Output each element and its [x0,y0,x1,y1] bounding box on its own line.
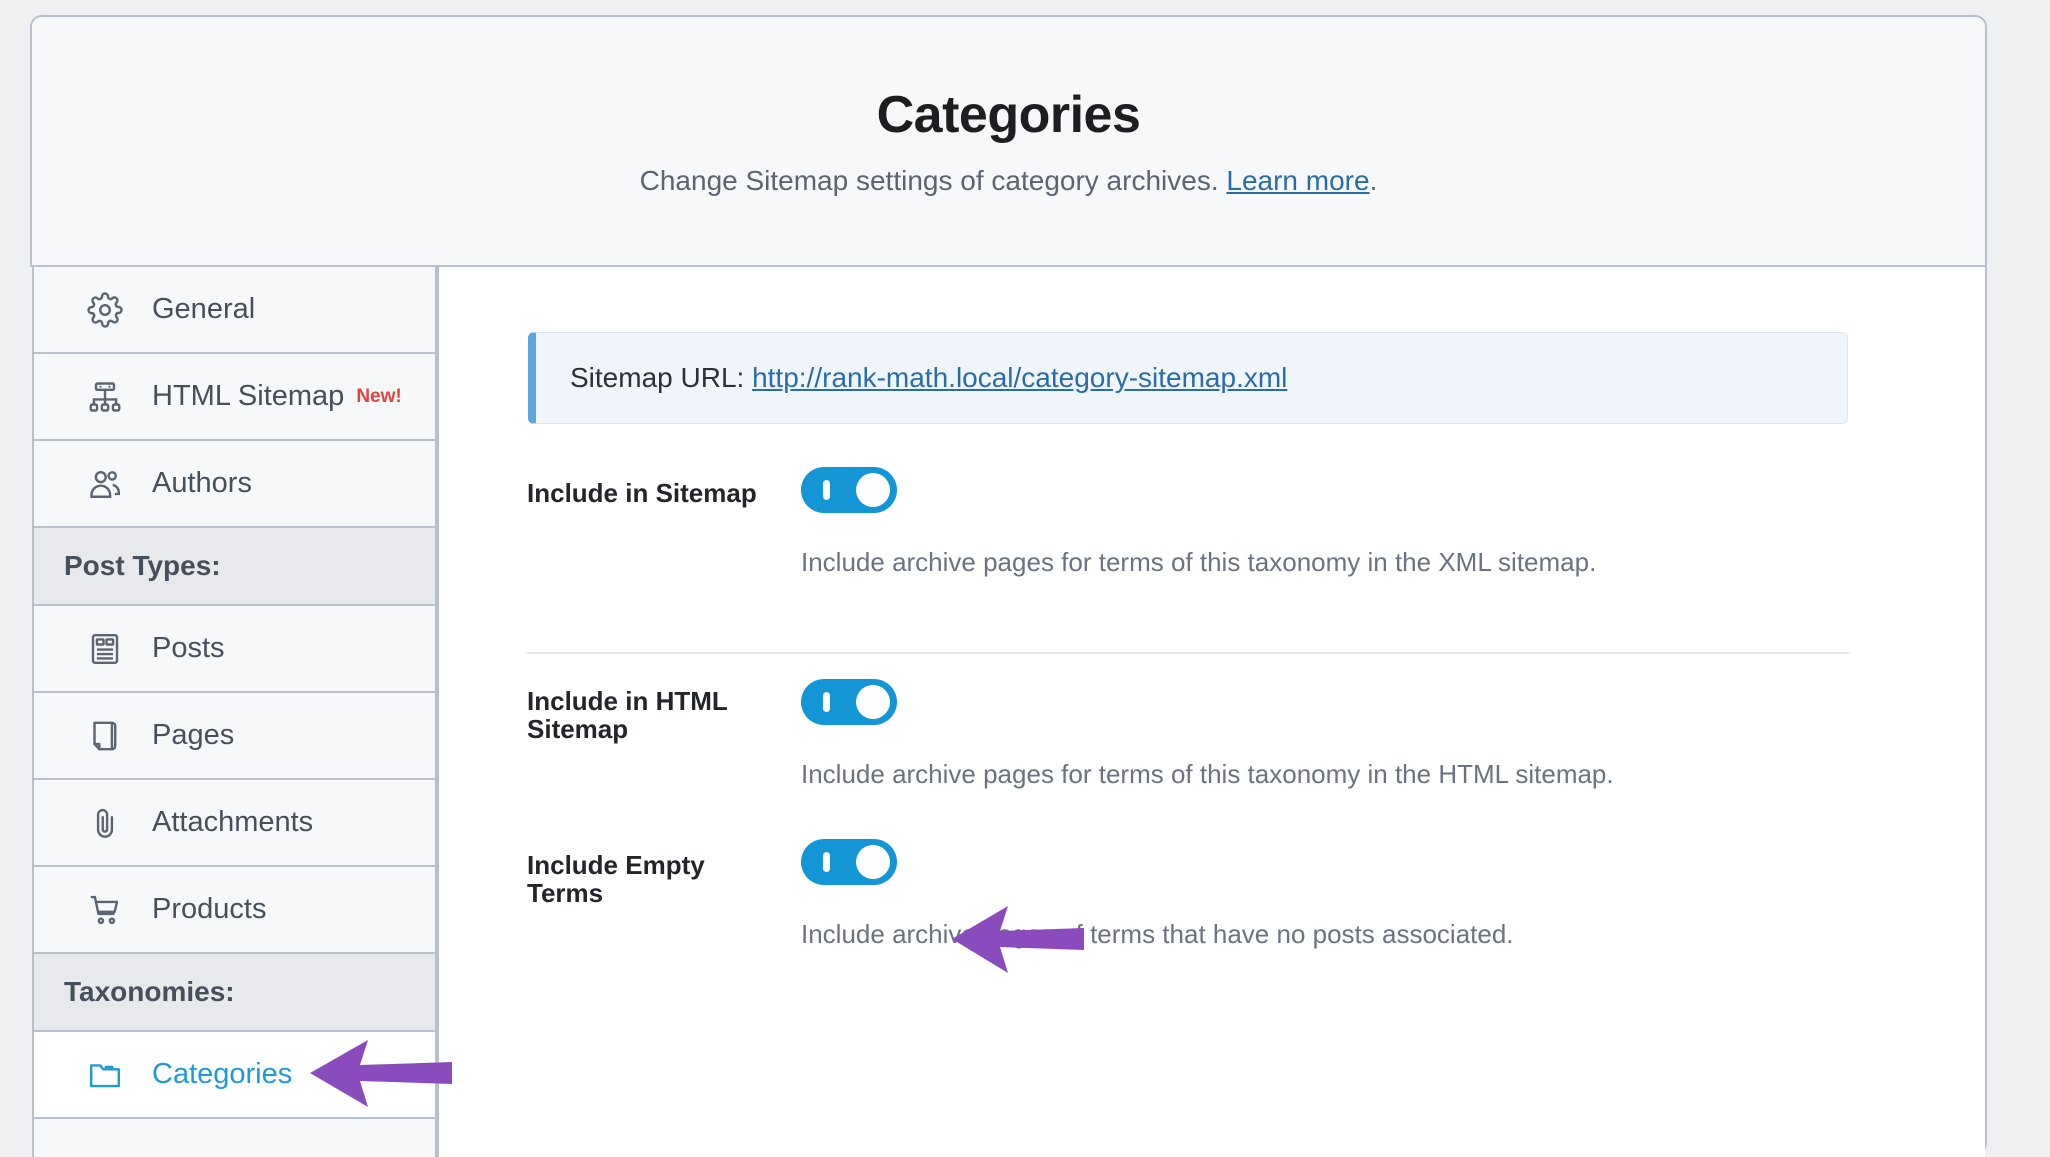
gear-icon [86,291,124,329]
sidebar-item-html-sitemap[interactable]: HTML Sitemap New! [32,354,437,441]
include-in-sitemap-toggle[interactable] [801,467,897,513]
folder-icon [86,1056,124,1094]
field-description: Include archive pages of terms that have… [801,919,1514,949]
sidebar-item-label: Posts [152,632,225,664]
sidebar-item-next-partial[interactable] [32,1119,437,1157]
sidebar-item-label: General [152,293,256,325]
new-badge: New! [356,385,402,407]
page-subtitle-period: . [1369,165,1378,196]
settings-content: Sitemap URL: http://rank-math.local/cate… [437,267,1985,1157]
sidebar-item-label: HTML Sitemap [152,380,345,412]
include-empty-terms-toggle[interactable] [801,839,897,885]
sidebar-group-post-types: Post Types: [32,528,437,606]
sitemap-url-link[interactable]: http://rank-math.local/category-sitemap.… [752,362,1287,393]
toggle-bar [823,692,830,712]
settings-body: General HTML Sitemap New! Authors Post T… [0,267,1985,1157]
users-icon [86,465,124,503]
settings-panel: Categories Change Sitemap settings of ca… [0,15,1987,1157]
field-label: Include in Sitemap [527,478,757,508]
sitemap-url-notice: Sitemap URL: http://rank-math.local/cate… [528,332,1848,424]
sidebar-item-categories[interactable]: Categories [32,1032,437,1119]
sidebar-group-label: Post Types: [64,550,221,581]
sidebar-item-general[interactable]: General [32,267,437,354]
toggle-knob [856,845,890,879]
page-icon [86,717,124,755]
page-subtitle: Change Sitemap settings of category arch… [640,165,1378,197]
sidebar-item-label: Authors [152,467,252,499]
sidebar-item-posts[interactable]: Posts [32,606,437,693]
field-description: Include archive pages for terms of this … [801,547,1597,577]
learn-more-link[interactable]: Learn more [1226,165,1369,196]
sidebar-item-label: Products [152,893,267,925]
sidebar-item-products[interactable]: Products [32,867,437,954]
sidebar-item-pages[interactable]: Pages [32,693,437,780]
field-label: Include Empty Terms [527,850,705,909]
sidebar-item-label: Pages [152,719,235,751]
page-title: Categories [876,86,1141,144]
sitemap-url-label: Sitemap URL: [570,362,745,393]
page-header: Categories Change Sitemap settings of ca… [32,17,1985,267]
toggle-knob [856,685,890,719]
post-icon [86,630,124,668]
page-subtitle-text: Change Sitemap settings of category arch… [639,165,1219,196]
cart-icon [86,891,124,929]
sidebar-item-attachments[interactable]: Attachments [32,780,437,867]
sidebar-item-label: Attachments [152,806,314,838]
settings-sidebar: General HTML Sitemap New! Authors Post T… [0,267,437,1157]
sidebar-group-label: Taxonomies: [64,976,235,1007]
toggle-bar [823,852,830,872]
toggle-bar [823,480,830,500]
sitemap-url-text: Sitemap URL: http://rank-math.local/cate… [570,362,1287,394]
include-in-html-sitemap-toggle[interactable] [801,679,897,725]
sidebar-item-authors[interactable]: Authors [32,441,437,528]
paperclip-icon [86,804,124,842]
field-label: Include in HTML Sitemap [527,686,728,745]
sidebar-group-taxonomies: Taxonomies: [32,954,437,1032]
sitemap-tree-icon [86,378,124,416]
sidebar-item-label: Categories [152,1058,293,1090]
toggle-knob [856,473,890,507]
field-description: Include archive pages for terms of this … [801,759,1614,789]
field-divider [527,652,1849,654]
